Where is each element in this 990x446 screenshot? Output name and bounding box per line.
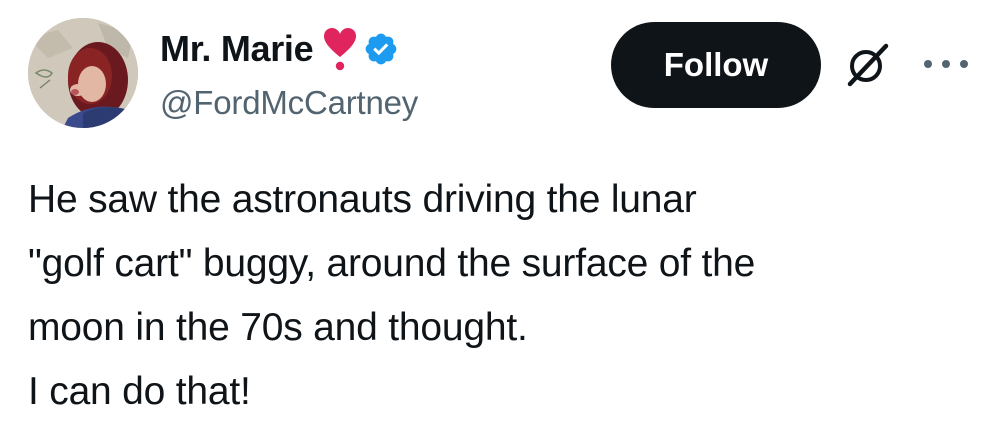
more-options-icon[interactable] [918, 52, 974, 76]
heart-exclamation-emoji-icon [323, 27, 357, 71]
follow-button[interactable]: Follow [611, 22, 821, 108]
tweet-text-line: "golf cart" buggy, around the surface of… [28, 242, 756, 285]
tweet-text: He saw the astronauts driving the lunar … [28, 168, 978, 424]
avatar[interactable] [28, 18, 138, 128]
tweet-card: Mr. Marie @FordMcCartney Follow He saw t… [0, 0, 990, 446]
tweet-text-line: He saw the astronauts driving the lunar [28, 178, 697, 221]
grok-icon[interactable] [842, 40, 892, 90]
avatar-image [28, 18, 138, 128]
verified-badge-icon[interactable] [363, 31, 399, 67]
tweet-text-line: I can do that! [28, 370, 251, 413]
tweet-text-line: moon in the 70s and thought. [28, 306, 528, 349]
author-name-row: Mr. Marie [160, 26, 399, 72]
author-handle[interactable]: @FordMcCartney [160, 84, 418, 122]
author-display-name[interactable]: Mr. Marie [160, 28, 314, 70]
